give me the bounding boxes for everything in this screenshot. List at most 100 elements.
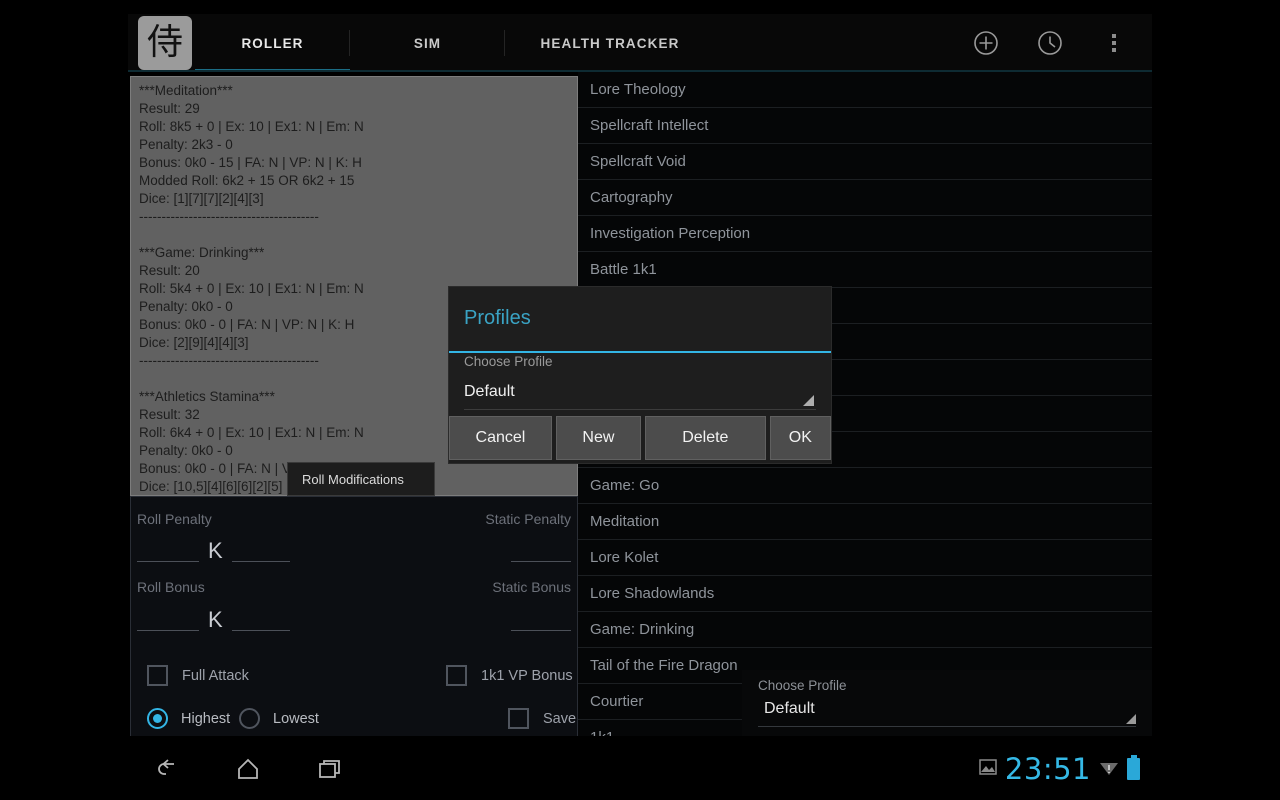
tab-health-tracker-label: HEALTH TRACKER [540, 35, 680, 51]
tab-roller[interactable]: ROLLER [195, 14, 350, 72]
delete-button[interactable]: Delete [644, 416, 766, 460]
vp-bonus-label: 1k1 VP Bonus [481, 667, 573, 684]
radio-circle [239, 708, 260, 729]
history-icon[interactable] [1018, 14, 1082, 72]
list-item-label: Lore Kolet [590, 549, 659, 566]
list-item[interactable]: Lore Kolet [578, 540, 1152, 576]
roll-bonus-keep-input[interactable] [231, 608, 290, 631]
chevron-down-icon [803, 395, 814, 406]
dialog-title-divider [449, 351, 831, 353]
roll-modifications-tooltip: Roll Modifications [287, 462, 435, 496]
dialog-title: Profiles [464, 307, 531, 329]
list-item[interactable]: Cartography [578, 180, 1152, 216]
roll-penalty-label: Roll Penalty [137, 511, 212, 527]
overflow-dots [1112, 34, 1116, 52]
app-logo-icon[interactable]: 侍 [138, 16, 192, 70]
system-navigation-bar: 23:51 [0, 736, 1280, 800]
list-item-label: Lore Shadowlands [590, 585, 715, 602]
chevron-down-icon [1126, 714, 1136, 724]
profile-spinner-value: Default [764, 700, 815, 717]
vp-bonus-checkbox[interactable]: 1k1 VP Bonus [446, 665, 573, 686]
checkbox-box [508, 708, 529, 729]
list-item-label: Spellcraft Void [590, 153, 686, 170]
static-bonus-label: Static Bonus [492, 579, 571, 595]
full-attack-checkbox[interactable]: Full Attack [147, 665, 249, 686]
radio-circle [147, 708, 168, 729]
recents-icon[interactable] [303, 752, 355, 786]
profile-spinner-overlay[interactable]: Choose Profile Default [742, 670, 1152, 736]
roll-penalty-keep-input[interactable] [231, 539, 290, 562]
tooltip-label: Roll Modifications [302, 471, 404, 487]
static-penalty-label: Static Penalty [485, 511, 571, 527]
back-icon[interactable] [142, 752, 194, 786]
list-item-label: Game: Go [590, 477, 660, 494]
list-item[interactable]: Spellcraft Intellect [578, 108, 1152, 144]
battery-icon [1127, 755, 1140, 780]
list-item[interactable]: Game: Go [578, 468, 1152, 504]
roll-penalty-stepper: K [137, 539, 290, 562]
new-button[interactable]: New [555, 416, 641, 460]
device-screen: 侍 ROLLER SIM HEALTH TRACKER ***Meditatio… [0, 0, 1280, 800]
list-item-label: Cartography [590, 189, 673, 206]
profile-select[interactable]: Default [464, 375, 816, 410]
list-item[interactable]: Battle 1k1 [578, 252, 1152, 288]
lowest-label: Lowest [273, 710, 319, 727]
roll-modifications-panel: Roll Penalty Static Penalty K Roll Bonus… [130, 496, 578, 738]
tab-sim[interactable]: SIM [350, 14, 505, 72]
choose-profile-label: Choose Profile [464, 354, 553, 369]
list-item-label: Investigation Perception [590, 225, 751, 242]
list-item-label: Battle 1k1 [590, 261, 657, 278]
tab-bar: ROLLER SIM HEALTH TRACKER [195, 14, 715, 72]
roll-penalty-dice-input[interactable] [137, 539, 199, 562]
lowest-radio[interactable]: Lowest [239, 708, 319, 729]
add-icon[interactable] [954, 14, 1018, 72]
profile-select-value: Default [464, 383, 515, 400]
list-item-label: Game: Drinking [590, 621, 695, 638]
checkbox-box [446, 665, 467, 686]
screenshot-icon[interactable] [978, 757, 998, 782]
list-item-label: Meditation [590, 513, 660, 530]
tab-roller-label: ROLLER [241, 35, 304, 51]
roll-bonus-label: Roll Bonus [137, 579, 205, 595]
dialog-button-row: Cancel New Delete OK [449, 416, 831, 460]
roll-bonus-stepper: K [137, 608, 290, 631]
status-clock: 23:51 [1004, 752, 1091, 786]
cancel-button[interactable]: Cancel [449, 416, 552, 460]
ok-button[interactable]: OK [769, 416, 831, 460]
tab-health-tracker[interactable]: HEALTH TRACKER [505, 14, 715, 72]
full-attack-label: Full Attack [182, 667, 249, 684]
list-item[interactable]: Investigation Perception [578, 216, 1152, 252]
highest-radio[interactable]: Highest [147, 708, 230, 729]
list-item-label: Courtier [590, 693, 644, 710]
profile-spinner-underline [758, 726, 1136, 727]
roll-bonus-dice-input[interactable] [137, 608, 199, 631]
profile-spinner-label: Choose Profile [758, 678, 847, 693]
overflow-menu-icon[interactable] [1082, 14, 1146, 72]
list-item-label: Tail of the Fire Dragon [590, 657, 738, 674]
list-item-label: 1k1 [590, 729, 614, 736]
profiles-dialog: Profiles Choose Profile Default Cancel N… [449, 287, 831, 463]
list-item[interactable]: Meditation [578, 504, 1152, 540]
k-separator-label: K [208, 538, 223, 563]
action-bar-icons [954, 14, 1146, 72]
save-checkbox[interactable]: Save [508, 708, 576, 729]
highest-label: Highest [181, 710, 231, 727]
list-item[interactable]: Game: Drinking [578, 612, 1152, 648]
checkbox-box [147, 665, 168, 686]
list-item[interactable]: Lore Theology [578, 72, 1152, 108]
k-separator-label: K [208, 607, 223, 632]
tab-sim-label: SIM [413, 35, 442, 51]
bezel-right [1152, 0, 1280, 800]
home-icon[interactable] [222, 752, 274, 786]
bezel-left [0, 0, 128, 800]
static-bonus-input[interactable] [511, 608, 571, 631]
list-item-label: Spellcraft Intellect [590, 117, 709, 134]
wifi-warning-icon [1098, 757, 1120, 782]
action-bar: 侍 ROLLER SIM HEALTH TRACKER [128, 14, 1152, 72]
list-item[interactable]: Spellcraft Void [578, 144, 1152, 180]
list-item-label: Lore Theology [590, 81, 686, 98]
save-label: Save [543, 710, 577, 727]
list-item[interactable]: Lore Shadowlands [578, 576, 1152, 612]
status-icons: 23:51 [978, 750, 1140, 788]
static-penalty-input[interactable] [511, 539, 571, 562]
